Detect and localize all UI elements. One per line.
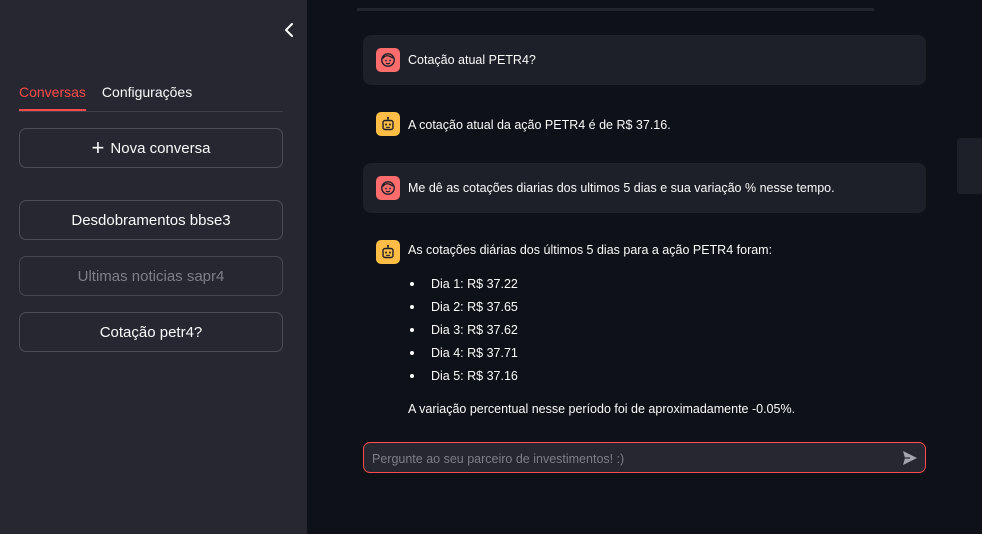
user-avatar [376,176,400,200]
scroll-handle[interactable] [957,138,982,194]
face-icon [381,53,395,67]
assistant-avatar [376,240,400,264]
plus-icon: + [91,135,105,160]
sidebar-tabs: Conversas Configurações [19,80,283,112]
quote-list: Dia 1: R$ 37.22 Dia 2: R$ 37.65 Dia 3: R… [408,276,518,391]
user-avatar [376,48,400,72]
message-text: A cotação atual da ação PETR4 é de R$ 37… [408,118,671,132]
message-text: Me dê as cotações diarias dos ultimos 5 … [408,181,835,195]
new-chat-button[interactable]: + Nova conversa [19,128,283,168]
sidebar: Conversas Configurações + Nova conversa … [0,0,307,534]
list-item: Dia 3: R$ 37.62 [408,322,518,345]
chat-input[interactable] [370,443,894,474]
conversation-label: Cotação petr4? [99,323,203,341]
message-conclusion: A variação percentual nesse período foi … [408,402,796,416]
list-item: Dia 1: R$ 37.22 [408,276,518,299]
tab-configuracoes[interactable]: Configurações [102,80,192,109]
chat-message-assistant: As cotações diárias dos últimos 5 dias p… [363,228,926,428]
message-text: Cotação atual PETR4? [408,53,536,67]
robot-icon [382,244,394,259]
tab-conversas[interactable]: Conversas [19,80,86,111]
list-item: Dia 2: R$ 37.65 [408,299,518,322]
face-icon [381,181,395,195]
assistant-avatar [376,112,400,136]
conversation-label: Ultimas noticias sapr4 [77,267,225,285]
top-divider [357,0,874,11]
chat-message-assistant: A cotação atual da ação PETR4 é de R$ 37… [363,100,926,150]
conversation-item[interactable]: Cotação petr4? [19,312,283,352]
conversation-item[interactable]: Desdobramentos bbse3 [19,200,283,240]
robot-icon [382,116,394,131]
chat-input-container [363,442,926,474]
collapse-sidebar-button[interactable] [280,20,298,40]
send-icon [903,451,917,465]
new-chat-label: Nova conversa [110,139,211,157]
send-button[interactable] [901,449,919,467]
conversation-label: Desdobramentos bbse3 [71,211,231,229]
chevron-left-icon [285,23,293,37]
chat-message-user: Me dê as cotações diarias dos ultimos 5 … [363,163,926,213]
conversation-item-active: Ultimas noticias sapr4 [19,256,283,296]
message-intro: As cotações diárias dos últimos 5 dias p… [408,243,773,257]
chat-message-user: Cotação atual PETR4? [363,35,926,85]
list-item: Dia 5: R$ 37.16 [408,368,518,391]
list-item: Dia 4: R$ 37.71 [408,345,518,368]
